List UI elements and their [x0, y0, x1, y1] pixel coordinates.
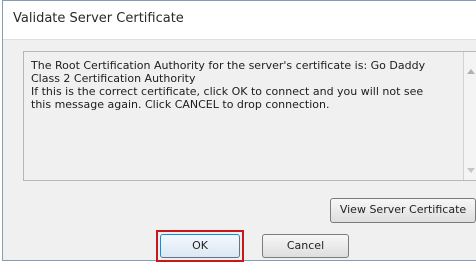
message-textbox[interactable]: The Root Certification Authority for the… [23, 51, 476, 181]
dialog-title: Validate Server Certificate [13, 11, 184, 26]
ok-button[interactable]: OK [160, 234, 240, 258]
view-server-certificate-button[interactable]: View Server Certificate [330, 198, 476, 223]
validate-certificate-dialog: Validate Server Certificate The Root Cer… [2, 0, 476, 262]
scroll-down-arrow-icon[interactable] [467, 168, 475, 173]
vertical-scrollbar[interactable] [463, 52, 476, 180]
title-bar: Validate Server Certificate [3, 1, 476, 40]
cancel-button[interactable]: Cancel [262, 234, 349, 258]
scroll-up-arrow-icon[interactable] [467, 69, 475, 74]
certificate-message: The Root Certification Authority for the… [31, 59, 426, 111]
